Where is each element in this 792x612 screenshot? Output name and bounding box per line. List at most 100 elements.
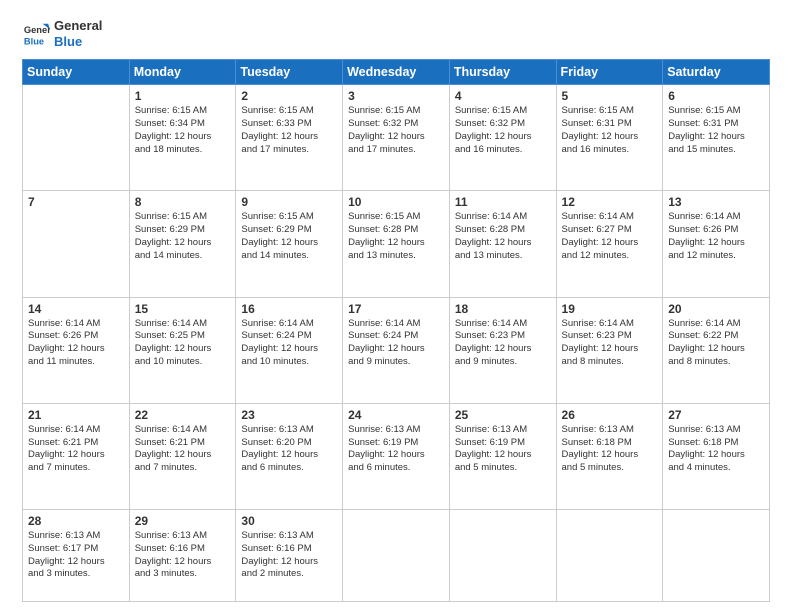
- calendar-cell: [663, 509, 770, 601]
- svg-text:Blue: Blue: [24, 36, 44, 46]
- day-info: Sunrise: 6:14 AMSunset: 6:26 PMDaylight:…: [28, 318, 124, 369]
- day-info: Sunrise: 6:13 AMSunset: 6:18 PMDaylight:…: [668, 424, 764, 475]
- day-info: Sunrise: 6:15 AMSunset: 6:29 PMDaylight:…: [241, 211, 337, 262]
- day-number: 23: [241, 408, 337, 422]
- day-number: 1: [135, 89, 231, 103]
- calendar-cell: 4 Sunrise: 6:15 AMSunset: 6:32 PMDaylight…: [449, 85, 556, 191]
- day-number: 15: [135, 302, 231, 316]
- calendar-cell: 21 Sunrise: 6:14 AMSunset: 6:21 PMDayligh…: [23, 403, 130, 509]
- calendar-cell: 6 Sunrise: 6:15 AMSunset: 6:31 PMDaylight…: [663, 85, 770, 191]
- calendar-cell: 23 Sunrise: 6:13 AMSunset: 6:20 PMDayligh…: [236, 403, 343, 509]
- weekday-header: Wednesday: [343, 60, 450, 85]
- day-number: 27: [668, 408, 764, 422]
- day-number: 21: [28, 408, 124, 422]
- day-number: 5: [562, 89, 658, 103]
- day-number: 2: [241, 89, 337, 103]
- calendar-cell: 10 Sunrise: 6:15 AMSunset: 6:28 PMDayligh…: [343, 191, 450, 297]
- page: General Blue General Blue SundayMondayTu…: [0, 0, 792, 612]
- calendar-cell: 22 Sunrise: 6:14 AMSunset: 6:21 PMDayligh…: [129, 403, 236, 509]
- day-number: 17: [348, 302, 444, 316]
- day-number: 26: [562, 408, 658, 422]
- calendar-cell: 27 Sunrise: 6:13 AMSunset: 6:18 PMDayligh…: [663, 403, 770, 509]
- calendar-cell: 28Sunrise: 6:13 AMSunset: 6:17 PMDayligh…: [23, 509, 130, 601]
- day-number: 10: [348, 195, 444, 209]
- day-number: 19: [562, 302, 658, 316]
- day-number: 30: [241, 514, 337, 528]
- calendar-week-row: 78 Sunrise: 6:15 AMSunset: 6:29 PMDayligh…: [23, 191, 770, 297]
- day-info: Sunrise: 6:14 AMSunset: 6:23 PMDaylight:…: [562, 318, 658, 369]
- calendar-cell: 19 Sunrise: 6:14 AMSunset: 6:23 PMDayligh…: [556, 297, 663, 403]
- day-info: Sunrise: 6:14 AMSunset: 6:24 PMDaylight:…: [241, 318, 337, 369]
- calendar-cell: 9 Sunrise: 6:15 AMSunset: 6:29 PMDaylight…: [236, 191, 343, 297]
- day-info: Sunrise: 6:15 AMSunset: 6:31 PMDaylight:…: [668, 105, 764, 156]
- logo-line2: Blue: [54, 34, 102, 50]
- day-info: Sunrise: 6:13 AMSunset: 6:18 PMDaylight:…: [562, 424, 658, 475]
- calendar-cell: 13 Sunrise: 6:14 AMSunset: 6:26 PMDayligh…: [663, 191, 770, 297]
- calendar-cell: 17Sunrise: 6:14 AMSunset: 6:24 PMDayligh…: [343, 297, 450, 403]
- day-info: Sunrise: 6:13 AMSunset: 6:17 PMDaylight:…: [28, 530, 124, 581]
- day-number: 22: [135, 408, 231, 422]
- calendar-cell: 15 Sunrise: 6:14 AMSunset: 6:25 PMDayligh…: [129, 297, 236, 403]
- calendar-cell: 12 Sunrise: 6:14 AMSunset: 6:27 PMDayligh…: [556, 191, 663, 297]
- weekday-header: Saturday: [663, 60, 770, 85]
- calendar-cell: [556, 509, 663, 601]
- calendar-cell: 26 Sunrise: 6:13 AMSunset: 6:18 PMDayligh…: [556, 403, 663, 509]
- day-info: Sunrise: 6:13 AMSunset: 6:20 PMDaylight:…: [241, 424, 337, 475]
- day-number: 25: [455, 408, 551, 422]
- svg-text:General: General: [24, 25, 50, 35]
- calendar-cell: 18Sunrise: 6:14 AMSunset: 6:23 PMDayligh…: [449, 297, 556, 403]
- day-info: Sunrise: 6:15 AMSunset: 6:32 PMDaylight:…: [455, 105, 551, 156]
- calendar-header-row: SundayMondayTuesdayWednesdayThursdayFrid…: [23, 60, 770, 85]
- weekday-header: Sunday: [23, 60, 130, 85]
- day-info: Sunrise: 6:14 AMSunset: 6:22 PMDaylight:…: [668, 318, 764, 369]
- day-number: 16: [241, 302, 337, 316]
- calendar-cell: 7: [23, 191, 130, 297]
- calendar-cell: [23, 85, 130, 191]
- calendar-cell: 1 Sunrise: 6:15 AMSunset: 6:34 PMDaylight…: [129, 85, 236, 191]
- day-info: Sunrise: 6:13 AMSunset: 6:16 PMDaylight:…: [241, 530, 337, 581]
- calendar-week-row: 14 Sunrise: 6:14 AMSunset: 6:26 PMDayligh…: [23, 297, 770, 403]
- day-number: 12: [562, 195, 658, 209]
- calendar-cell: 3Sunrise: 6:15 AMSunset: 6:32 PMDaylight…: [343, 85, 450, 191]
- day-info: Sunrise: 6:15 AMSunset: 6:28 PMDaylight:…: [348, 211, 444, 262]
- day-info: Sunrise: 6:15 AMSunset: 6:33 PMDaylight:…: [241, 105, 337, 156]
- logo: General Blue General Blue: [22, 18, 102, 49]
- day-info: Sunrise: 6:15 AMSunset: 6:34 PMDaylight:…: [135, 105, 231, 156]
- weekday-header: Thursday: [449, 60, 556, 85]
- calendar-cell: [449, 509, 556, 601]
- calendar-cell: 14 Sunrise: 6:14 AMSunset: 6:26 PMDayligh…: [23, 297, 130, 403]
- day-info: Sunrise: 6:14 AMSunset: 6:23 PMDaylight:…: [455, 318, 551, 369]
- day-info: Sunrise: 6:15 AMSunset: 6:29 PMDaylight:…: [135, 211, 231, 262]
- day-info: Sunrise: 6:14 AMSunset: 6:27 PMDaylight:…: [562, 211, 658, 262]
- day-number: 14: [28, 302, 124, 316]
- calendar-table: SundayMondayTuesdayWednesdayThursdayFrid…: [22, 59, 770, 602]
- logo-line1: General: [54, 18, 102, 34]
- calendar-week-row: 21 Sunrise: 6:14 AMSunset: 6:21 PMDayligh…: [23, 403, 770, 509]
- day-number: 24: [348, 408, 444, 422]
- calendar-cell: 24 Sunrise: 6:13 AMSunset: 6:19 PMDayligh…: [343, 403, 450, 509]
- day-number: 9: [241, 195, 337, 209]
- day-number: 13: [668, 195, 764, 209]
- calendar-cell: 5 Sunrise: 6:15 AMSunset: 6:31 PMDaylight…: [556, 85, 663, 191]
- day-info: Sunrise: 6:15 AMSunset: 6:32 PMDaylight:…: [348, 105, 444, 156]
- day-info: Sunrise: 6:14 AMSunset: 6:26 PMDaylight:…: [668, 211, 764, 262]
- day-info: Sunrise: 6:15 AMSunset: 6:31 PMDaylight:…: [562, 105, 658, 156]
- day-number: 4: [455, 89, 551, 103]
- weekday-header: Tuesday: [236, 60, 343, 85]
- day-number: 6: [668, 89, 764, 103]
- calendar-cell: 20 Sunrise: 6:14 AMSunset: 6:22 PMDayligh…: [663, 297, 770, 403]
- day-info: Sunrise: 6:13 AMSunset: 6:19 PMDaylight:…: [348, 424, 444, 475]
- calendar-week-row: 1 Sunrise: 6:15 AMSunset: 6:34 PMDaylight…: [23, 85, 770, 191]
- day-info: Sunrise: 6:14 AMSunset: 6:21 PMDaylight:…: [28, 424, 124, 475]
- day-number: 11: [455, 195, 551, 209]
- calendar-cell: 11Sunrise: 6:14 AMSunset: 6:28 PMDayligh…: [449, 191, 556, 297]
- day-info: Sunrise: 6:13 AMSunset: 6:16 PMDaylight:…: [135, 530, 231, 581]
- day-number: 20: [668, 302, 764, 316]
- calendar-week-row: 28Sunrise: 6:13 AMSunset: 6:17 PMDayligh…: [23, 509, 770, 601]
- calendar-cell: 29Sunrise: 6:13 AMSunset: 6:16 PMDayligh…: [129, 509, 236, 601]
- day-info: Sunrise: 6:14 AMSunset: 6:21 PMDaylight:…: [135, 424, 231, 475]
- calendar-cell: 25Sunrise: 6:13 AMSunset: 6:19 PMDayligh…: [449, 403, 556, 509]
- calendar-cell: 30 Sunrise: 6:13 AMSunset: 6:16 PMDayligh…: [236, 509, 343, 601]
- day-number: 8: [135, 195, 231, 209]
- day-info: Sunrise: 6:14 AMSunset: 6:25 PMDaylight:…: [135, 318, 231, 369]
